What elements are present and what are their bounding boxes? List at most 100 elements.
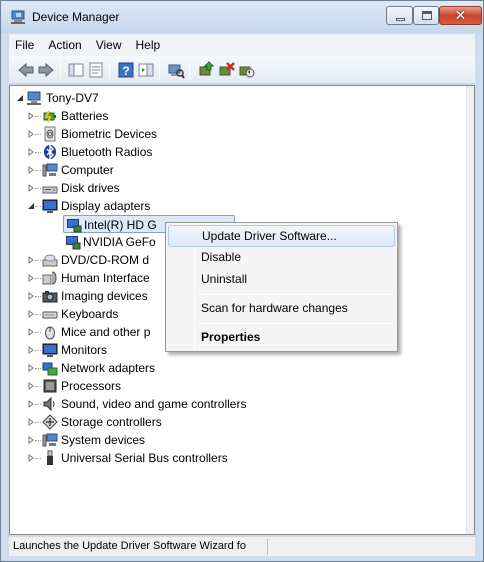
- title-bar[interactable]: Device Manager ✕: [1, 1, 483, 33]
- tree-node-storage-controllers[interactable]: Storage controllers: [14, 413, 214, 431]
- device-manager-window: Device Manager ✕ File Action View Help ?…: [0, 0, 484, 562]
- expand-arrow-icon[interactable]: [27, 256, 35, 264]
- close-icon: ✕: [454, 7, 467, 23]
- expand-arrow-icon[interactable]: [27, 112, 35, 120]
- collapse-arrow-icon[interactable]: [16, 94, 24, 102]
- bluetooth-icon: [44, 144, 56, 160]
- camera-icon: [42, 291, 58, 303]
- toolbar-separator: [189, 61, 190, 79]
- speaker-icon: [43, 396, 55, 412]
- tree-node-network-adapters[interactable]: Network adapters: [14, 359, 214, 377]
- computer-icon: [42, 163, 58, 177]
- help-icon[interactable]: ?: [117, 61, 135, 79]
- battery-icon: [43, 110, 56, 123]
- menu-bar: File Action View Help: [9, 34, 475, 56]
- tree-node-label: Intel(R) HD G: [84, 218, 157, 232]
- menu-separator: [198, 294, 393, 295]
- expand-arrow-icon[interactable]: [27, 130, 35, 138]
- tree-node-batteries[interactable]: Batteries: [14, 107, 214, 125]
- tree-node-label: Human Interface: [61, 271, 150, 285]
- menu-action[interactable]: Action: [48, 38, 81, 52]
- keyboard-icon: [42, 311, 58, 319]
- tree-node-bluetooth[interactable]: Bluetooth Radios: [14, 143, 214, 161]
- expand-arrow-icon[interactable]: [27, 166, 35, 174]
- display-adapter-icon: [66, 236, 81, 250]
- status-bar: Launches the Update Driver Software Wiza…: [9, 536, 475, 556]
- toolbar-separator: [159, 61, 160, 79]
- expand-arrow-icon[interactable]: [27, 436, 35, 444]
- expand-arrow-icon[interactable]: [27, 418, 35, 426]
- expand-arrow-icon[interactable]: [27, 382, 35, 390]
- expand-arrow-icon[interactable]: [27, 292, 35, 300]
- device-manager-icon: [11, 10, 25, 24]
- tree-node-processors[interactable]: Processors: [14, 377, 214, 395]
- tree-node-label: Monitors: [61, 343, 108, 357]
- tree-node-label: Network adapters: [61, 361, 156, 375]
- tree-node-biometric[interactable]: Biometric Devices: [14, 125, 214, 143]
- tree-node-disk-drives[interactable]: Disk drives: [14, 179, 214, 197]
- tree-node-label: Storage controllers: [61, 415, 162, 429]
- update-driver-icon[interactable]: [197, 61, 215, 79]
- update-driver-software-menu-item[interactable]: Update Driver Software...: [168, 225, 395, 247]
- vertical-scrollbar[interactable]: [466, 86, 474, 534]
- collapse-arrow-icon[interactable]: [27, 202, 35, 210]
- network-adapter-icon: [42, 362, 58, 376]
- disable-menu-item[interactable]: Disable: [168, 246, 395, 268]
- maximize-icon: [422, 11, 432, 20]
- disable-icon[interactable]: [237, 61, 255, 79]
- tree-node-display-adapters[interactable]: Display adapters: [14, 197, 214, 215]
- expand-arrow-icon[interactable]: [27, 274, 35, 282]
- properties-icon[interactable]: [87, 61, 105, 79]
- tree-node-label: DVD/CD-ROM d: [61, 253, 150, 267]
- menu-help[interactable]: Help: [136, 38, 161, 52]
- tree-node-system-devices[interactable]: System devices: [14, 431, 214, 449]
- expand-arrow-icon[interactable]: [27, 454, 35, 462]
- expand-arrow-icon[interactable]: [27, 364, 35, 372]
- toolbar-separator: [60, 61, 61, 79]
- display-adapter-icon: [67, 219, 82, 233]
- tree-node-sound[interactable]: Sound, video and game controllers: [14, 395, 274, 413]
- computer-icon: [27, 91, 41, 105]
- uninstall-menu-item[interactable]: Uninstall: [168, 268, 395, 290]
- scan-hardware-icon[interactable]: [167, 61, 185, 79]
- tree-node-label: Biometric Devices: [61, 127, 158, 141]
- tree-node-label: Bluetooth Radios: [61, 145, 153, 159]
- uninstall-icon[interactable]: [217, 61, 235, 79]
- tree-node-label: NVIDIA GeFo: [83, 235, 156, 249]
- status-divider: [267, 539, 268, 555]
- menu-file[interactable]: File: [15, 38, 34, 52]
- expand-arrow-icon[interactable]: [27, 310, 35, 318]
- forward-icon[interactable]: [37, 61, 55, 79]
- monitor-icon: [42, 199, 58, 213]
- scan-hardware-changes-menu-item[interactable]: Scan for hardware changes: [168, 297, 395, 319]
- menu-separator: [198, 323, 393, 324]
- storage-controller-icon: [42, 414, 58, 430]
- status-text: Launches the Update Driver Software Wiza…: [13, 540, 246, 552]
- tree-node-label: System devices: [61, 433, 146, 447]
- fingerprint-icon: [44, 126, 56, 142]
- properties-menu-item[interactable]: Properties: [168, 326, 395, 348]
- expand-arrow-icon[interactable]: [27, 346, 35, 354]
- tree-root[interactable]: Tony-DV7: [14, 89, 164, 107]
- expand-arrow-icon[interactable]: [27, 328, 35, 336]
- disk-drive-icon: [42, 186, 58, 194]
- tree-node-usb[interactable]: Universal Serial Bus controllers: [14, 449, 274, 467]
- tree-node-label: Keyboards: [61, 307, 119, 321]
- minimize-button[interactable]: [386, 6, 413, 25]
- window-title: Device Manager: [32, 10, 120, 24]
- tree-node-label: Mice and other p: [61, 325, 151, 339]
- system-device-icon: [42, 433, 58, 447]
- expand-arrow-icon[interactable]: [27, 148, 35, 156]
- expand-arrow-icon[interactable]: [27, 184, 35, 192]
- usb-icon: [47, 450, 53, 465]
- maximize-button[interactable]: [413, 6, 439, 25]
- expand-arrow-icon[interactable]: [27, 400, 35, 408]
- toolbar-separator: [109, 61, 110, 79]
- svg-text:?: ?: [122, 64, 129, 78]
- menu-view[interactable]: View: [96, 38, 122, 52]
- close-button[interactable]: ✕: [439, 6, 482, 25]
- back-icon[interactable]: [17, 61, 35, 79]
- tree-node-computer[interactable]: Computer: [14, 161, 214, 179]
- show-hide-console-tree-icon[interactable]: [67, 61, 85, 79]
- show-action-pane-icon[interactable]: [137, 61, 155, 79]
